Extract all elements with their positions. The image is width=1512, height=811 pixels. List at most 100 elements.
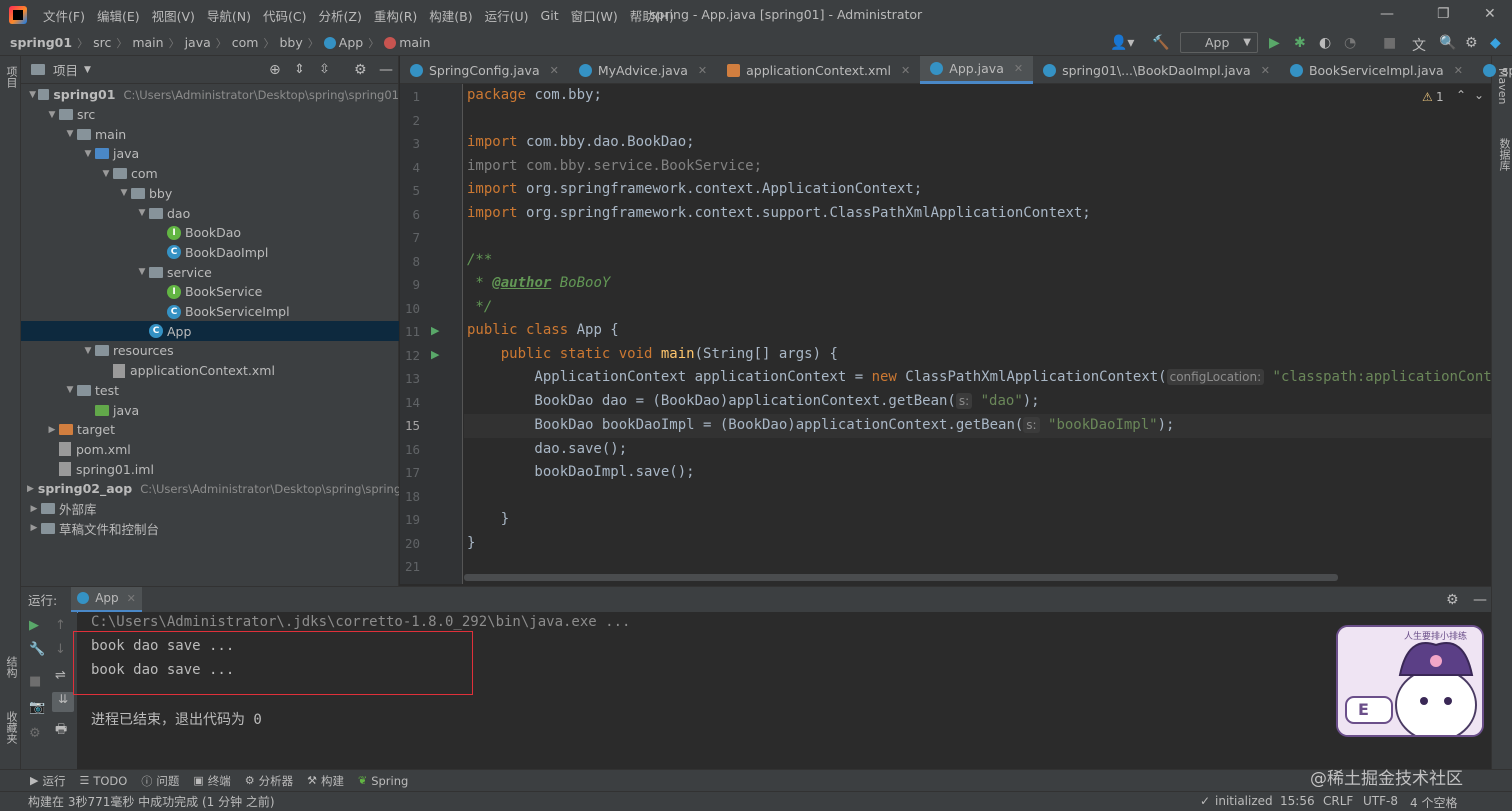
menu-window[interactable]: 窗口(W) [565, 6, 624, 25]
menu-edit[interactable]: 编辑(E) [91, 6, 146, 25]
camera-icon[interactable]: 📷 [29, 700, 45, 715]
tab-bookserviceimpl[interactable]: BookServiceImpl.java ✕ [1280, 56, 1473, 84]
hide-panel-icon[interactable]: — [379, 62, 393, 78]
search-icon[interactable]: 🔍 [1439, 35, 1456, 51]
menu-code[interactable]: 代码(C) [257, 6, 312, 25]
chevron-down-icon[interactable]: ▼ [63, 129, 77, 139]
tab-spring02-aop[interactable]: spring02_aop [1473, 56, 1512, 84]
run-tab-app[interactable]: App ✕ [71, 586, 142, 613]
breadcrumb-java[interactable]: java [185, 35, 211, 50]
chevron-down-icon[interactable]: ▼ [45, 110, 59, 120]
rerun-icon[interactable]: ▶ [29, 618, 39, 633]
tree-bby[interactable]: ▼ bby [21, 184, 399, 204]
tree-bookservice[interactable]: I BookService [21, 282, 399, 302]
translate-icon[interactable]: 文 [1412, 35, 1426, 55]
chevron-down-icon[interactable]: ▼ [84, 65, 91, 75]
chevron-down-icon[interactable]: ▼ [117, 188, 131, 198]
chevron-right-icon[interactable]: ▶ [27, 484, 34, 494]
down-arrow-icon[interactable]: ↓ [55, 642, 66, 657]
close-icon[interactable]: ✕ [127, 592, 136, 605]
gear-icon[interactable]: ⚙ [354, 62, 367, 78]
status-state[interactable]: initialized [1215, 794, 1273, 808]
breadcrumb-project[interactable]: spring01 [10, 35, 72, 50]
close-icon[interactable]: ✕ [901, 64, 910, 77]
project-panel-title[interactable]: 项目 [53, 60, 78, 79]
tab-app[interactable]: App.java ✕ [920, 56, 1034, 84]
tree-spring01[interactable]: ▼ spring01 C:\Users\Administrator\Desktop\… [21, 85, 399, 105]
close-icon[interactable]: ✕ [1454, 64, 1463, 77]
tree-external-libraries[interactable]: ▶ 外部库 [21, 499, 399, 519]
breadcrumb-main-method[interactable]: main [399, 35, 430, 50]
chevron-right-icon[interactable]: ▶ [45, 425, 59, 435]
tab-bookdaoimpl[interactable]: spring01\...\BookDaoImpl.java ✕ [1033, 56, 1280, 84]
tree-src[interactable]: ▼ src [21, 105, 399, 125]
tool-spring[interactable]: ❦ Spring [358, 774, 408, 788]
menu-run[interactable]: 运行(U) [479, 6, 535, 25]
tree-dao[interactable]: ▼ dao [21, 203, 399, 223]
chevron-down-icon[interactable]: ▼ [63, 385, 77, 395]
tree-com[interactable]: ▼ com [21, 164, 399, 184]
run-configuration-select[interactable]: App ▼ [1180, 32, 1258, 53]
collapse-all-icon[interactable]: ⇳ [319, 62, 330, 77]
tool-problems[interactable]: ⓘ 问题 [141, 773, 179, 789]
tree-scratches[interactable]: ▶ 草稿文件和控制台 [21, 518, 399, 538]
close-icon[interactable]: ✕ [1261, 64, 1270, 77]
tool-window-structure[interactable]: 结构 [3, 656, 19, 678]
chevron-down-icon[interactable]: ▼ [135, 267, 149, 277]
tree-bookserviceimpl[interactable]: C BookServiceImpl [21, 302, 399, 322]
tab-applicationcontext[interactable]: applicationContext.xml ✕ [717, 56, 920, 84]
run-gutter-icon[interactable]: ▶ [431, 324, 439, 337]
coverage-icon[interactable]: ◐ [1319, 35, 1331, 51]
chevron-down-icon[interactable]: ▼ [27, 90, 38, 100]
tool-window-favorites[interactable]: 收藏夹 [3, 711, 19, 744]
chevron-right-icon[interactable]: ▶ [27, 523, 41, 533]
menu-file[interactable]: 文件(F) [37, 6, 91, 25]
plugin-icon[interactable]: ◆ [1490, 35, 1501, 51]
menu-git[interactable]: Git [535, 8, 565, 23]
tree-app[interactable]: C App [21, 321, 399, 342]
tool-todo[interactable]: ☰ TODO [79, 774, 127, 788]
menu-build[interactable]: 构建(B) [423, 6, 478, 25]
close-button[interactable]: ✕ [1484, 6, 1496, 22]
user-icon[interactable]: 👤▾ [1110, 35, 1134, 51]
code-editor[interactable]: package com.bby; import com.bby.dao.Book… [464, 84, 1491, 584]
chevron-down-icon[interactable]: ▼ [81, 346, 95, 356]
menu-view[interactable]: 视图(V) [146, 6, 201, 25]
status-line-separator[interactable]: CRLF [1323, 794, 1353, 808]
horizontal-scrollbar[interactable] [464, 574, 1338, 581]
locate-icon[interactable]: ⊕ [269, 62, 281, 78]
run-icon[interactable]: ▶ [1269, 35, 1280, 51]
next-highlight-icon[interactable]: ⌄ [1474, 88, 1484, 102]
status-indent[interactable]: 4 个空格 [1410, 794, 1457, 811]
tree-test[interactable]: ▼ test [21, 381, 399, 401]
status-caret-position[interactable]: 15:56 [1280, 794, 1315, 808]
tool-terminal[interactable]: ▣ 终端 [193, 773, 230, 789]
expand-all-icon[interactable]: ⇕ [294, 62, 305, 77]
breadcrumb-bby[interactable]: bby [279, 35, 302, 50]
tree-service[interactable]: ▼ service [21, 262, 399, 282]
tree-java[interactable]: ▼ java [21, 144, 399, 164]
debug-icon[interactable]: ✱ [1294, 35, 1306, 51]
print-icon[interactable]: 🖶 [55, 720, 67, 742]
close-icon[interactable]: ✕ [550, 64, 559, 77]
tree-target[interactable]: ▶ target [21, 420, 399, 440]
tree-applicationcontext-xml[interactable]: applicationContext.xml [21, 361, 399, 381]
tool-profiler[interactable]: ⚙ 分析器 [245, 773, 293, 789]
breadcrumb-com[interactable]: com [232, 35, 259, 50]
breadcrumb-app[interactable]: App [339, 35, 363, 50]
stop-icon[interactable]: ■ [1383, 35, 1396, 51]
chevron-down-icon[interactable]: ▼ [99, 169, 113, 179]
warning-icon[interactable]: ⚠ [1422, 90, 1433, 104]
close-icon[interactable]: ✕ [698, 64, 707, 77]
wrench-icon[interactable]: 🔧 [29, 642, 45, 657]
build-hammer-icon[interactable]: 🔨 [1152, 35, 1169, 51]
tree-pom-xml[interactable]: pom.xml [21, 440, 399, 460]
status-encoding[interactable]: UTF-8 [1363, 794, 1398, 808]
up-arrow-icon[interactable]: ↑ [55, 618, 66, 633]
stop-icon[interactable]: ■ [29, 674, 41, 689]
tree-resources[interactable]: ▼ resources [21, 341, 399, 361]
restore-button[interactable]: ❐ [1437, 6, 1450, 22]
previous-highlight-icon[interactable]: ⌃ [1456, 88, 1466, 102]
run-gutter-icon[interactable]: ▶ [431, 348, 439, 361]
tree-spring01-iml[interactable]: spring01.iml [21, 459, 399, 479]
